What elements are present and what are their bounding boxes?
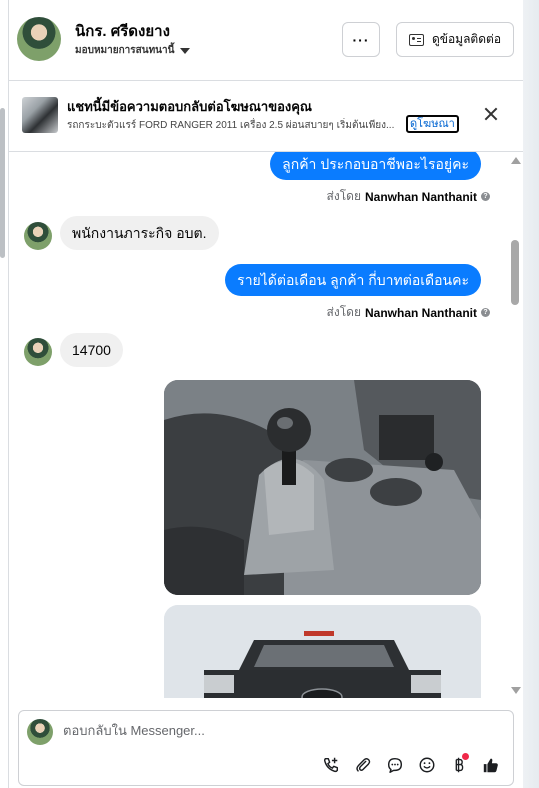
contact-avatar-small <box>24 222 52 250</box>
sender-name: Nanwhan Nanthanit <box>364 305 477 320</box>
sent-by-label: ส่งโดย Nanwhan Nanthanit ? <box>327 303 490 322</box>
ad-thumbnail <box>22 97 58 133</box>
close-icon[interactable] <box>483 106 499 122</box>
ad-description: รถกระบะตัวแรร์ FORD RANGER 2011 เครื่อง … <box>67 120 395 131</box>
notification-dot <box>462 753 469 760</box>
outgoing-message: รายได้ต่อเดือน ลูกค้า กี่บาทต่อเดือนคะ <box>225 264 481 296</box>
contact-card-icon <box>408 33 424 46</box>
ad-reply-banner: แชทนี้มีข้อความตอบกลับต่อโฆษณาของคุณ รถก… <box>9 81 523 152</box>
info-icon[interactable]: ? <box>481 308 490 317</box>
payment-icon[interactable] <box>449 753 469 775</box>
contact-name[interactable]: นิกร. ศรีดงยาง <box>75 19 170 43</box>
left-border <box>0 0 9 788</box>
right-background <box>523 0 539 788</box>
ad-banner-title: แชทนี้มีข้อความตอบกลับต่อโฆษณาของคุณ <box>67 99 312 114</box>
gear-shifter-image <box>164 380 481 595</box>
scroll-down-icon[interactable] <box>511 687 521 694</box>
chevron-down-icon <box>180 47 191 54</box>
scroll-up-icon[interactable] <box>511 157 521 164</box>
sent-by-prefix: ส่งโดย <box>326 189 361 203</box>
sent-by-label: ส่งโดย Nanwhan Nanthanit ? <box>327 187 490 206</box>
assign-conversation[interactable]: มอบหมายการสนทนานี้ <box>75 43 191 58</box>
contact-avatar-small <box>24 338 52 366</box>
add-call-icon[interactable] <box>321 755 341 775</box>
contact-avatar[interactable] <box>17 17 61 61</box>
message-scrollbar[interactable] <box>508 152 522 698</box>
conversation-panel: นิกร. ศรีดงยาง มอบหมายการสนทนานี้ ··· ดู… <box>9 0 523 788</box>
view-contact-button[interactable]: ดูข้อมูลติดต่อ <box>396 22 514 57</box>
sent-by-prefix: ส่งโดย <box>326 305 361 319</box>
incoming-message: 14700 <box>60 333 123 367</box>
truck-rear-image <box>164 605 481 698</box>
photo-truck-rear[interactable] <box>164 605 481 698</box>
photo-gear-shifter[interactable] <box>164 380 481 595</box>
like-icon[interactable] <box>481 755 501 775</box>
left-scrollbar[interactable] <box>0 108 5 258</box>
reply-input[interactable] <box>63 723 463 738</box>
saved-reply-icon[interactable] <box>385 755 405 775</box>
outgoing-message: ลูกค้า ประกอบอาชีพอะไรอยู่คะ <box>270 152 481 180</box>
conversation-header: นิกร. ศรีดงยาง มอบหมายการสนทนานี้ ··· ดู… <box>9 0 523 81</box>
view-ad-link[interactable]: ดูโฆษณา <box>406 115 459 133</box>
message-list: ลูกค้า ประกอบอาชีพอะไรอยู่คะ ส่งโดย Nanw… <box>9 152 523 698</box>
incoming-message: พนักงานภาระกิจ อบต. <box>60 216 219 250</box>
more-options-button[interactable]: ··· <box>342 22 380 57</box>
assign-label: มอบหมายการสนทนานี้ <box>75 45 175 56</box>
composer-toolbar <box>321 753 501 775</box>
attachment-icon[interactable] <box>353 755 373 775</box>
reply-composer <box>18 710 514 786</box>
scrollbar-thumb[interactable] <box>511 240 519 305</box>
info-icon[interactable]: ? <box>481 192 490 201</box>
view-contact-label: ดูข้อมูลติดต่อ <box>431 32 502 46</box>
sender-name: Nanwhan Nanthanit <box>364 189 477 204</box>
emoji-icon[interactable] <box>417 755 437 775</box>
page-avatar <box>27 719 53 745</box>
